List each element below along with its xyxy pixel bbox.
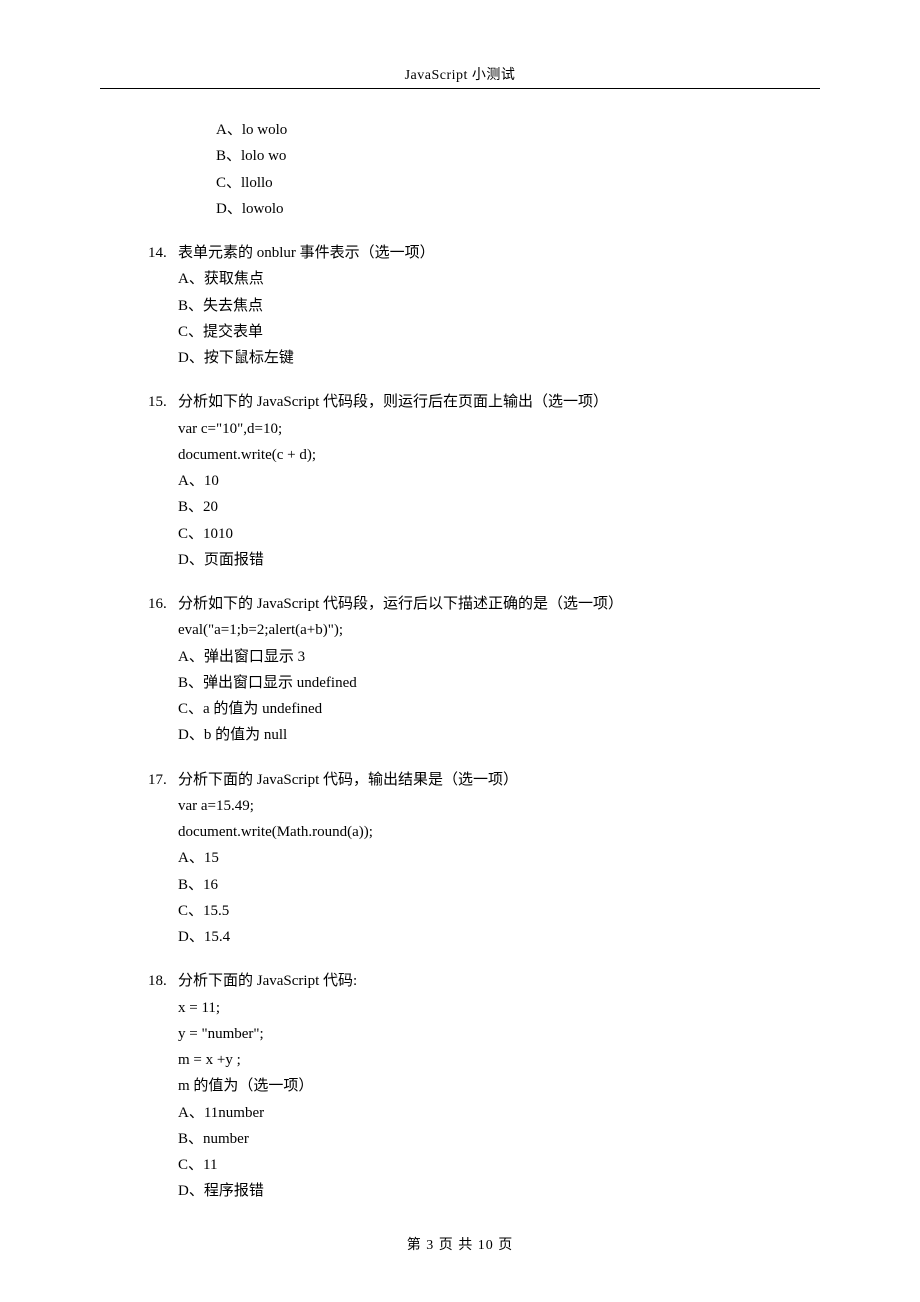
option-b: B、失去焦点 [178, 293, 820, 319]
option-a: A、lo wolo [216, 117, 820, 143]
page-number: 第 3 页 共 10 页 [407, 1238, 514, 1253]
question-prompt-line: 18.分析下面的 JavaScript 代码: [148, 968, 820, 994]
question-18: 18.分析下面的 JavaScript 代码: x = 11; y = "num… [148, 968, 820, 1204]
q13-options-continued: A、lo wolo B、lolo wo C、llollo D、lowolo [148, 117, 820, 222]
option-a: A、15 [178, 845, 820, 871]
code-line: var c="10",d=10; [178, 416, 820, 442]
question-prompt-line: 15.分析如下的 JavaScript 代码段，则运行后在页面上输出（选一项） [148, 389, 820, 415]
question-prompt-line: 17.分析下面的 JavaScript 代码，输出结果是（选一项） [148, 767, 820, 793]
question-code: var c="10",d=10; document.write(c + d); [148, 416, 820, 469]
code-line: document.write(Math.round(a)); [178, 819, 820, 845]
code-line: y = "number"; [178, 1021, 820, 1047]
document-page: JavaScript 小测试 A、lo wolo B、lolo wo C、llo… [0, 0, 920, 1302]
question-options: A、获取焦点 B、失去焦点 C、提交表单 D、按下鼠标左键 [148, 266, 820, 371]
option-b: B、number [178, 1126, 820, 1152]
option-d: D、15.4 [178, 924, 820, 950]
question-prompt: 分析如下的 JavaScript 代码段，则运行后在页面上输出（选一项） [178, 394, 608, 410]
option-c: C、a 的值为 undefined [178, 696, 820, 722]
question-options: A、15 B、16 C、15.5 D、15.4 [148, 845, 820, 950]
option-c: C、1010 [178, 521, 820, 547]
option-a: A、11number [178, 1100, 820, 1126]
question-prompt: 分析下面的 JavaScript 代码: [178, 973, 357, 989]
code-line: m 的值为（选一项） [178, 1073, 820, 1099]
question-prompt-line: 16.分析如下的 JavaScript 代码段，运行后以下描述正确的是（选一项） [148, 591, 820, 617]
page-footer: 第 3 页 共 10 页 [0, 1234, 920, 1254]
question-prompt: 表单元素的 onblur 事件表示（选一项） [178, 245, 435, 261]
option-a: A、获取焦点 [178, 266, 820, 292]
question-options: A、11number B、number C、11 D、程序报错 [148, 1100, 820, 1205]
page-content: A、lo wolo B、lolo wo C、llollo D、lowolo 14… [100, 117, 820, 1205]
code-line: x = 11; [178, 995, 820, 1021]
question-number: 18. [148, 968, 178, 994]
question-options: A、10 B、20 C、1010 D、页面报错 [148, 468, 820, 573]
question-17: 17.分析下面的 JavaScript 代码，输出结果是（选一项） var a=… [148, 767, 820, 951]
option-b: B、16 [178, 872, 820, 898]
option-d: D、页面报错 [178, 547, 820, 573]
code-line: m = x +y ; [178, 1047, 820, 1073]
option-b: B、lolo wo [216, 143, 820, 169]
option-d: D、b 的值为 null [178, 722, 820, 748]
question-number: 14. [148, 240, 178, 266]
question-14: 14.表单元素的 onblur 事件表示（选一项） A、获取焦点 B、失去焦点 … [148, 240, 820, 371]
page-header: JavaScript 小测试 [100, 64, 820, 89]
question-code: x = 11; y = "number"; m = x +y ; m 的值为（选… [148, 995, 820, 1100]
question-16: 16.分析如下的 JavaScript 代码段，运行后以下描述正确的是（选一项）… [148, 591, 820, 749]
question-code: var a=15.49; document.write(Math.round(a… [148, 793, 820, 846]
question-prompt: 分析下面的 JavaScript 代码，输出结果是（选一项） [178, 772, 518, 788]
question-prompt: 分析如下的 JavaScript 代码段，运行后以下描述正确的是（选一项） [178, 596, 623, 612]
option-b: B、20 [178, 494, 820, 520]
option-c: C、11 [178, 1152, 820, 1178]
option-a: A、10 [178, 468, 820, 494]
question-15: 15.分析如下的 JavaScript 代码段，则运行后在页面上输出（选一项） … [148, 389, 820, 573]
code-line: document.write(c + d); [178, 442, 820, 468]
option-c: C、提交表单 [178, 319, 820, 345]
question-number: 16. [148, 591, 178, 617]
option-d: D、lowolo [216, 196, 820, 222]
question-number: 17. [148, 767, 178, 793]
code-line: eval("a=1;b=2;alert(a+b)"); [178, 617, 820, 643]
option-d: D、按下鼠标左键 [178, 345, 820, 371]
option-d: D、程序报错 [178, 1178, 820, 1204]
question-prompt-line: 14.表单元素的 onblur 事件表示（选一项） [148, 240, 820, 266]
question-code: eval("a=1;b=2;alert(a+b)"); [148, 617, 820, 643]
option-c: C、llollo [216, 170, 820, 196]
option-c: C、15.5 [178, 898, 820, 924]
question-options: A、弹出窗口显示 3 B、弹出窗口显示 undefined C、a 的值为 un… [148, 644, 820, 749]
header-title: JavaScript 小测试 [405, 68, 516, 83]
code-line: var a=15.49; [178, 793, 820, 819]
question-number: 15. [148, 389, 178, 415]
option-b: B、弹出窗口显示 undefined [178, 670, 820, 696]
option-a: A、弹出窗口显示 3 [178, 644, 820, 670]
